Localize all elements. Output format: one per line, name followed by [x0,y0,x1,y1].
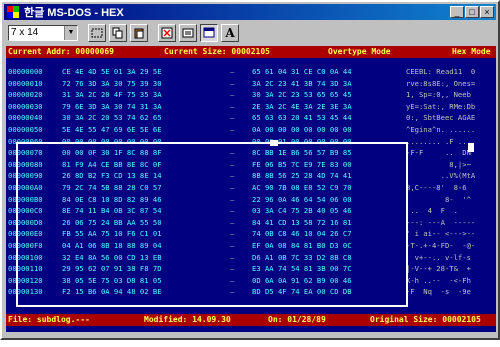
dos-console-screen[interactable]: Current Addr: 00000069 Current Size: 000… [6,46,496,332]
background-button[interactable] [200,24,218,42]
font-size-value: 7 x 14 [11,27,39,38]
current-address: Current Addr: 00000069 [8,47,114,56]
ascii-text[interactable]: yE=:Sat:, RMe:Db [406,101,475,113]
status-bar-bottom: File: subdlog.--- Modified: 14.09.30 On:… [6,314,496,326]
font-a-icon: A [225,26,235,40]
hex-separator: — [230,78,235,88]
hex-bytes-left[interactable]: 5E 4E 55 47 69 6E 5E 6E [62,124,162,136]
mark-icon [91,28,103,38]
fullscreen-icon [161,27,173,39]
on-date: On: 01/28/89 [268,315,326,324]
hex-bytes-left[interactable]: 30 3A 2C 20 53 74 62 65 [62,112,162,124]
title-bar[interactable]: 한글 MS-DOS - HEX _ □ × [4,4,496,20]
ascii-text[interactable]: rve:8s8E:, Ones= [406,78,475,90]
hex-separator: — [230,101,235,111]
ascii-text[interactable]: |-V--+ 28-T& + [406,263,471,275]
ascii-text[interactable]: ' i ai-- <--->-- [406,228,475,240]
msdos-app-icon[interactable] [7,6,19,18]
ascii-text[interactable]: ........ .F .... [406,136,475,148]
application-window: 한글 MS-DOS - HEX _ □ × 7 x 14 ▼ A Current… [0,0,500,340]
hex-bytes-right[interactable]: 2E 3A 2C 4E 3A 2E 3E 3A [252,101,352,113]
ascii-text[interactable]: 8- '^ [406,194,480,206]
hex-separator: — [230,124,235,134]
hex-bytes-right[interactable]: 65 61 04 31 CE C0 0A 44 [252,66,352,78]
hex-bytes-left[interactable]: 31 3A 2C 20 4F 75 35 3A [62,89,162,101]
window-title: 한글 MS-DOS - HEX [24,7,124,19]
paste-icon [134,28,144,39]
close-button[interactable]: × [480,6,494,18]
copy-icon [112,27,123,39]
font-size-select[interactable]: 7 x 14 ▼ [8,25,78,41]
offset[interactable]: 00000030 [8,101,43,113]
text-cursor [468,143,474,152]
properties-button[interactable] [179,24,197,42]
ascii-text[interactable]: ---: ---A ----- [406,217,480,229]
hex-mode: Hex Mode [452,47,491,56]
hex-bytes-right[interactable]: 30 3A 2C 23 53 65 65 45 [252,89,352,101]
ascii-text[interactable]: ^Egina^n. ...... [406,124,475,136]
minimize-button[interactable]: _ [450,6,464,18]
hex-separator: — [230,113,235,123]
maximize-button[interactable]: □ [465,6,479,18]
hex-bytes-left[interactable]: 72 76 3D 3A 30 75 39 30 [62,78,162,90]
ascii-text[interactable]: 0:, SbtBeec AGAE [406,112,475,124]
hex-bytes-left[interactable]: 79 6E 3D 3A 30 74 31 3A [62,101,162,113]
caption-buttons: _ □ × [450,6,494,18]
ascii-text[interactable]: 8,|>~ [406,159,475,171]
hex-bytes-right[interactable]: 3A 2C 23 41 3B 74 3D 3A [252,78,352,90]
ascii-text[interactable]: v+--.. v-lf-s [406,252,471,264]
ascii-text[interactable]: 8,C----8' 8-6 [406,182,475,194]
fullscreen-button[interactable] [158,24,176,42]
hex-separator: — [230,67,235,76]
hex-row[interactable]: 00000050 5E 4E 55 47 69 6E 5E 6E — 0A 00 00… [6,124,496,136]
paste-button[interactable] [130,24,148,42]
hex-bytes-left[interactable]: CE 4E 4D 5E 01 3A 29 5E [62,66,162,78]
modified-date: Modified: 14.09.30 [144,315,231,324]
original-size: Original Size: 00002105 [370,315,481,324]
ascii-text[interactable]: -F Nq -s -9e [406,286,471,298]
mark-button[interactable] [88,24,106,42]
selection-marker [270,140,278,146]
hex-row[interactable]: 00000020 31 3A 2C 20 4F 75 35 3A — 30 3A 2C… [6,89,496,101]
offset[interactable]: 00000050 [8,124,43,136]
background-icon [203,27,215,38]
ascii-text[interactable]: -T-.+-4-FD- -@- [406,240,475,252]
ascii-text[interactable]: K-h ..-- -<-Fh [406,275,471,287]
toolbar: 7 x 14 ▼ A [4,22,496,44]
hex-row[interactable]: 00000030 79 6E 3D 3A 30 74 31 3A — 2E 3A 2C… [6,101,496,113]
offset[interactable]: 00000000 [8,66,43,78]
ascii-text[interactable]: 1, Sp=:0,, Neeb [406,89,471,101]
ascii-text[interactable]: ..V%(MtA [406,170,476,182]
hex-row[interactable]: 00000010 72 76 3D 3A 30 75 39 30 — 3A 2C 23… [6,78,496,90]
chevron-down-icon[interactable]: ▼ [64,26,77,40]
offset[interactable]: 00000020 [8,89,43,101]
selection-box [16,142,408,307]
ascii-text[interactable]: -F-F .. DN [406,147,475,159]
copy-button[interactable] [109,24,127,42]
hex-bytes-right[interactable]: 0A 00 00 00 00 00 00 00 [252,124,352,136]
properties-icon [182,28,194,38]
hex-row[interactable]: 00000000 CE 4E 4D 5E 01 3A 29 5E — 65 61 04… [6,66,496,78]
offset[interactable]: 00000010 [8,78,43,90]
offset[interactable]: 00000040 [8,112,43,124]
edit-mode: Overtype Mode [328,47,391,56]
font-button[interactable]: A [221,24,239,42]
hex-bytes-right[interactable]: 65 63 63 20 41 53 45 44 [252,112,352,124]
ascii-text[interactable]: CEEBL: Read11 0 [406,66,475,78]
status-bar-top: Current Addr: 00000069 Current Size: 000… [6,46,496,58]
hex-row[interactable]: 00000040 30 3A 2C 20 53 74 62 65 — 65 63 63… [6,112,496,124]
file-name: File: subdlog.--- [8,315,90,324]
current-size: Current Size: 00002105 [164,47,270,56]
hex-separator: — [230,90,235,100]
ascii-text[interactable]: .. 4 F . [406,205,458,217]
